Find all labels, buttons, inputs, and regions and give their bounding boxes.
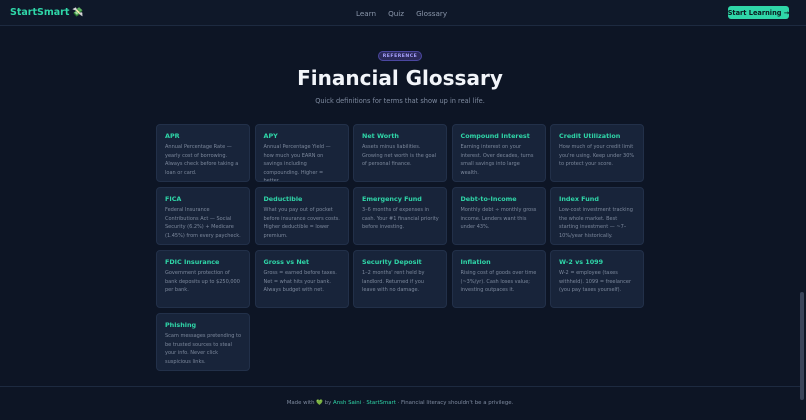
glossary-definition: Annual Percentage Rate — yearly cost of … (165, 144, 239, 176)
glossary-term: FDIC Insurance (165, 258, 220, 266)
page-subtitle: Quick definitions for terms that show up… (315, 97, 485, 105)
glossary-definition: 1–2 months' rent held by landlord. Retur… (362, 270, 425, 293)
glossary-card-apr: APR Annual Percentage Rate — yearly cost… (156, 124, 250, 182)
glossary-term: Index Fund (559, 195, 599, 203)
glossary-card-debt-to-income: Debt-to-Income Monthly debt ÷ monthly gr… (451, 187, 546, 245)
glossary-definition: Gross = earned before taxes. Net = what … (263, 270, 337, 293)
glossary-definition: Monthly debt ÷ monthly gross income. Len… (460, 207, 537, 230)
glossary-term: Deductible (263, 195, 303, 203)
glossary-card-net-worth: Net Worth Assets minus liabilities. Grow… (353, 124, 447, 182)
glossary-card-gross-vs-net: Gross vs Net Gross = earned before taxes… (254, 250, 349, 308)
glossary-definition: Rising cost of goods over time (~3%/yr).… (460, 270, 537, 293)
glossary-term: Phishing (165, 321, 197, 329)
glossary-definition: W-2 = employee (taxes withheld). 1099 = … (559, 270, 631, 293)
glossary-term: FICA (165, 195, 182, 203)
start-learning-button[interactable]: Start Learning → (728, 6, 789, 19)
glossary-definition: Scam messages pretending to be trusted s… (165, 333, 242, 365)
glossary-definition: Annual Percentage Yield — how much you E… (263, 144, 331, 182)
glossary-definition: Assets minus liabilities. Growing net wo… (362, 144, 437, 167)
glossary-card-credit-utilization: Credit Utilization How much of your cred… (550, 124, 644, 182)
footer-by: by (324, 400, 332, 406)
author-link[interactable]: Ansh Saini (333, 400, 361, 406)
glossary-card-inflation: Inflation Rising cost of goods over time… (451, 250, 546, 308)
glossary-term: Emergency Fund (362, 195, 422, 203)
glossary-definition: Government protection of bank deposits u… (165, 270, 240, 293)
glossary-term: Net Worth (362, 132, 399, 140)
page-scrollbar-thumb[interactable] (800, 292, 804, 400)
footer-brand-link[interactable]: StartSmart (366, 400, 395, 406)
glossary-card-fdic-insurance: FDIC Insurance Government protection of … (156, 250, 250, 308)
page-footer: Made with 💚 by Ansh Saini · StartSmart ·… (0, 386, 800, 420)
glossary-grid: APR Annual Percentage Rate — yearly cost… (156, 124, 644, 371)
glossary-definition: Earning interest on your interest. Over … (460, 144, 534, 176)
brand-name: StartSmart (10, 7, 70, 18)
glossary-definition: What you pay out of pocket before insura… (263, 207, 340, 239)
glossary-definition: How much of your credit limit you're usi… (559, 144, 635, 167)
glossary-card-fica: FICA Federal Insurance Contributions Act… (156, 187, 250, 245)
glossary-definition: Low-cost investment tracking the whole m… (559, 207, 633, 239)
glossary-card-apy: APY Annual Percentage Yield — how much y… (254, 124, 349, 182)
footer-tagline: · Financial literacy shouldn't be a priv… (397, 400, 514, 406)
main-nav: Learn Quiz Glossary (356, 9, 447, 18)
glossary-card-emergency-fund: Emergency Fund 3–6 months of expenses in… (353, 187, 447, 245)
glossary-term: Inflation (460, 258, 491, 266)
glossary-term: W-2 vs 1099 (559, 258, 604, 266)
nav-learn-link[interactable]: Learn (356, 9, 376, 18)
glossary-term: Gross vs Net (263, 258, 310, 266)
footer-made-with: Made with (286, 400, 315, 406)
brand-logo[interactable]: StartSmart 💸 (10, 7, 84, 18)
footer-credit: Made with 💚 by Ansh Saini · StartSmart ·… (0, 400, 800, 406)
nav-quiz-link[interactable]: Quiz (388, 9, 404, 18)
footer-separator: · (362, 400, 365, 406)
heart-icon: 💚 (316, 400, 323, 406)
glossary-card-security-deposit: Security Deposit 1–2 months' rent held b… (353, 250, 447, 308)
glossary-definition: Federal Insurance Contributions Act — So… (165, 207, 241, 239)
glossary-definition: 3–6 months of expenses in cash. Your #1 … (362, 207, 439, 230)
glossary-card-index-fund: Index Fund Low-cost investment tracking … (550, 187, 644, 245)
glossary-card-deductible: Deductible What you pay out of pocket be… (254, 187, 349, 245)
glossary-term: Security Deposit (362, 258, 422, 266)
glossary-card-phishing: Phishing Scam messages pretending to be … (156, 313, 250, 371)
glossary-term: Compound Interest (460, 132, 530, 140)
nav-glossary-link[interactable]: Glossary (416, 9, 447, 18)
reference-badge: REFERENCE (378, 51, 422, 61)
money-icon: 💸 (72, 8, 84, 18)
page-title: Financial Glossary (297, 66, 503, 90)
glossary-term: APR (165, 132, 180, 140)
glossary-term: Credit Utilization (559, 132, 621, 140)
glossary-card-w2-vs-1099: W-2 vs 1099 W-2 = employee (taxes withhe… (550, 250, 644, 308)
glossary-term: Debt-to-Income (460, 195, 517, 203)
glossary-card-compound-interest: Compound Interest Earning interest on yo… (451, 124, 546, 182)
glossary-term: APY (263, 132, 278, 140)
top-navbar: StartSmart 💸 Learn Quiz Glossary Start Le… (0, 0, 806, 26)
